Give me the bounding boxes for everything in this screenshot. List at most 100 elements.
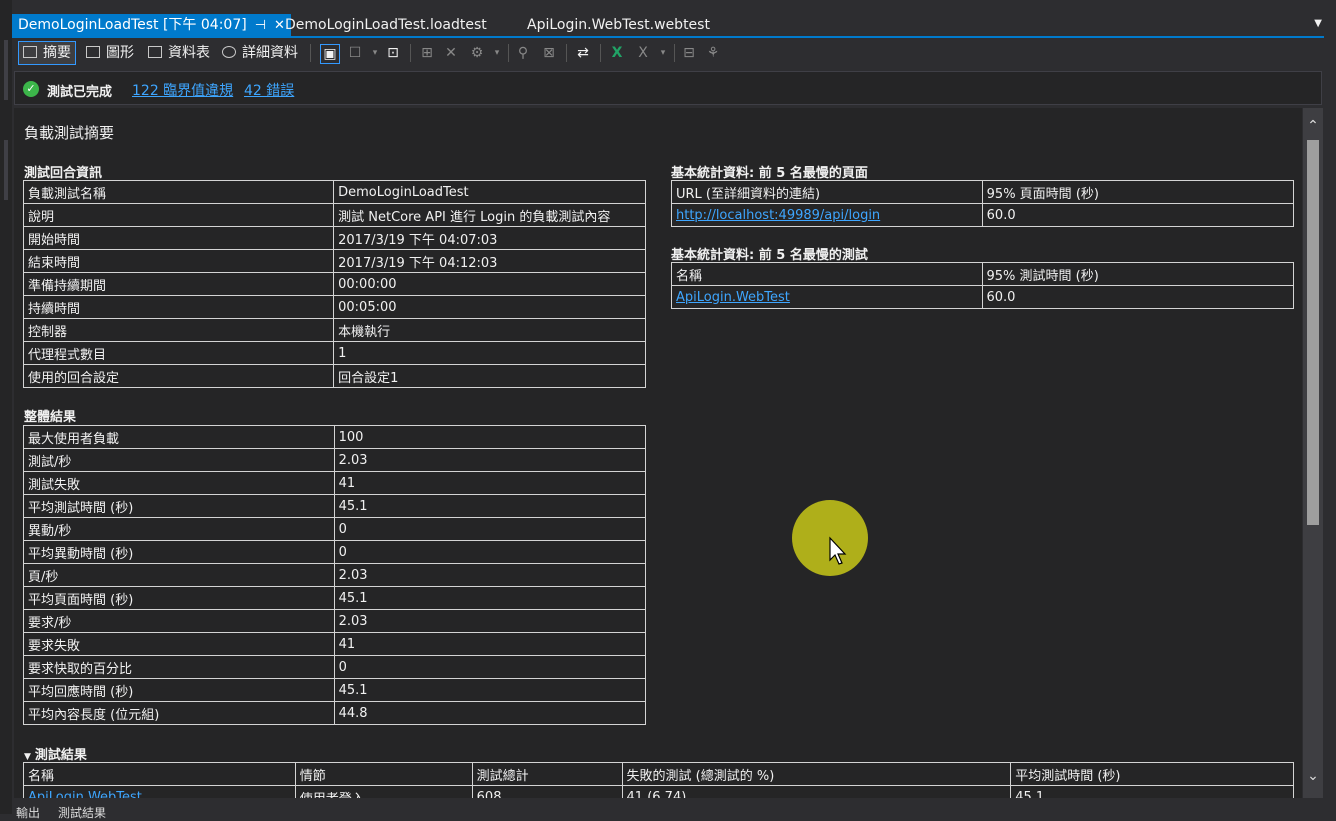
- row-link[interactable]: ApiLogin.WebTest: [676, 290, 790, 305]
- tab-demologinloadtest-result[interactable]: DemoLoginLoadTest [下午 04:07] ⊣ ✕: [12, 14, 291, 36]
- table-cell: 平均測試時間 (秒): [23, 494, 335, 518]
- table-row: 準備持續期間 00:00:00: [22, 272, 646, 296]
- table-cell: 控制器: [22, 318, 335, 342]
- export-icon[interactable]: ⊟: [680, 44, 698, 62]
- analysis-icon[interactable]: ⚘: [704, 44, 722, 62]
- table-cell: 44.8: [333, 701, 647, 725]
- toolbar-separator: [310, 44, 311, 62]
- row-link[interactable]: http://localhost:49989/api/login: [676, 208, 880, 223]
- table-row: 異動/秒 0: [23, 517, 647, 541]
- table-cell: 41 (6.74): [621, 785, 1012, 798]
- zoom-icon[interactable]: ⚲: [514, 44, 532, 62]
- table-cell: 平均頁面時間 (秒): [23, 586, 335, 610]
- summary-button[interactable]: 摘要: [18, 41, 76, 65]
- table-row: 平均測試時間 (秒) 45.1: [23, 494, 647, 518]
- table-cell: 2.03: [333, 563, 647, 587]
- row-link[interactable]: ApiLogin.WebTest: [28, 790, 142, 799]
- tab-webtest-file[interactable]: ApiLogin.WebTest.webtest: [521, 14, 716, 36]
- table-header-row: 名稱 情節 測試總計 失敗的測試 (總測試的 %) 平均測試時間 (秒): [23, 762, 1294, 786]
- table-cell: 41: [333, 471, 647, 495]
- graphs-label: 圖形: [106, 45, 134, 61]
- slow-pages-table: URL (至詳細資料的連結) 95% 頁面時間 (秒) http://localho…: [671, 180, 1295, 227]
- add-counter-icon[interactable]: ⊞: [418, 44, 436, 62]
- top-border: [12, 0, 1336, 12]
- layout-icon[interactable]: ☐: [346, 44, 364, 62]
- column-header: URL (至詳細資料的連結): [671, 180, 983, 204]
- table-row: 控制器 本機執行: [22, 318, 646, 342]
- grid-icon[interactable]: ⊠: [540, 44, 558, 62]
- column-header: 名稱: [23, 762, 296, 786]
- column-header: 95% 測試時間 (秒): [981, 262, 1294, 286]
- details-icon: [222, 46, 236, 58]
- table-cell: 要求快取的百分比: [23, 655, 335, 679]
- mouse-cursor-icon: [829, 536, 847, 565]
- table-cell: 2017/3/19 下午 04:12:03: [333, 249, 646, 273]
- table-row: 頁/秒 2.03: [23, 563, 647, 587]
- table-cell: 使用者登入: [294, 785, 473, 798]
- table-cell: 平均異動時間 (秒): [23, 540, 335, 564]
- column-header: 失敗的測試 (總測試的 %): [621, 762, 1012, 786]
- test-results-tab[interactable]: 測試結果: [58, 804, 106, 821]
- errors-link[interactable]: 42 錯誤: [244, 80, 294, 100]
- table-cell: 準備持續期間: [22, 272, 335, 296]
- table-icon: [148, 46, 162, 58]
- table-cell: 要求失敗: [23, 632, 335, 656]
- document-tabs: DemoLoginLoadTest [下午 04:07] ⊣ ✕ DemoLogin…: [12, 14, 1324, 38]
- toolbar-separator: [410, 44, 411, 62]
- scrollbar-thumb[interactable]: [1307, 140, 1319, 525]
- vertical-scrollbar[interactable]: ⌃ ⌄: [1303, 108, 1323, 798]
- graphs-button[interactable]: 圖形: [86, 41, 134, 65]
- scroll-up-icon[interactable]: ⌃: [1305, 118, 1321, 134]
- graph-icon: [86, 46, 100, 58]
- slow-tests-table: 名稱 95% 測試時間 (秒) ApiLogin.WebTest 60.0: [671, 262, 1294, 309]
- table-cell: 45.1: [333, 494, 647, 518]
- output-tab[interactable]: 輸出: [16, 804, 40, 821]
- table-cell: 2017/3/19 下午 04:07:03: [333, 226, 646, 250]
- run-info-table: 負載測試名稱 DemoLoginLoadTest 說明 測試 NetCore API …: [22, 180, 646, 388]
- pin-icon[interactable]: ⊣: [255, 15, 266, 37]
- details-button[interactable]: 詳細資料: [222, 41, 298, 65]
- toolbar-separator: [508, 44, 509, 62]
- table-cell: 持續時間: [22, 295, 335, 319]
- table-cell: 0: [333, 540, 647, 564]
- table-cell: 要求/秒: [23, 609, 335, 633]
- layout-dropdown-icon[interactable]: ▾: [366, 44, 384, 62]
- legend-icon[interactable]: ⊡: [384, 44, 402, 62]
- toolbar-separator: [566, 44, 567, 62]
- left-tool-strip: [0, 0, 12, 814]
- tables-button[interactable]: 資料表: [148, 41, 210, 65]
- excel-dropdown-icon[interactable]: ▾: [654, 44, 672, 62]
- table-cell: ApiLogin.WebTest: [23, 785, 296, 799]
- delete-icon[interactable]: ✕: [442, 44, 460, 62]
- table-cell: http://localhost:49989/api/login: [671, 203, 983, 227]
- table-cell: 608: [471, 785, 623, 798]
- table-cell: 結束時間: [22, 249, 335, 273]
- settings-icon[interactable]: ⚙: [468, 44, 486, 62]
- report-icon[interactable]: ⇄: [574, 44, 592, 62]
- tab-loadtest-file[interactable]: DemoLoginLoadTest.loadtest: [279, 14, 493, 36]
- tables-label: 資料表: [168, 45, 210, 61]
- table-row: 平均異動時間 (秒) 0: [23, 540, 647, 564]
- table-row: 要求/秒 2.03: [23, 609, 647, 633]
- details-label: 詳細資料: [242, 45, 298, 61]
- excel-icon[interactable]: X: [608, 44, 626, 62]
- table-cell: 測試失敗: [23, 471, 335, 495]
- test-results-heading[interactable]: ▼ 測試結果: [24, 744, 87, 763]
- excel-export-icon[interactable]: X: [634, 44, 652, 62]
- collapse-arrow-icon[interactable]: ▼: [24, 752, 31, 762]
- table-cell: 45.1: [333, 586, 647, 610]
- threshold-violations-link[interactable]: 122 臨界值違規: [132, 80, 233, 100]
- table-row: 平均頁面時間 (秒) 45.1: [23, 586, 647, 610]
- settings-dropdown-icon[interactable]: ▾: [488, 44, 506, 62]
- table-cell: 60.0: [981, 285, 1294, 309]
- graph-view-icon[interactable]: ▣: [320, 44, 340, 64]
- table-cell: 使用的回合設定: [22, 364, 335, 388]
- scroll-down-icon[interactable]: ⌄: [1305, 768, 1321, 784]
- tab-dropdown-icon[interactable]: ▼: [1314, 18, 1322, 29]
- table-row: 測試失敗 41: [23, 471, 647, 495]
- table-cell: 異動/秒: [23, 517, 335, 541]
- table-cell: 測試/秒: [23, 448, 335, 472]
- table-row: ApiLogin.WebTest 使用者登入60841 (6.74)45.1: [23, 785, 1294, 799]
- table-cell: 00:05:00: [333, 295, 646, 319]
- toolbar: 摘要 圖形 資料表 詳細資料 ▣ ☐ ▾ ⊡ ⊞ ✕ ⚙ ▾ ⚲ ⊠ ⇄ X X…: [14, 38, 1322, 68]
